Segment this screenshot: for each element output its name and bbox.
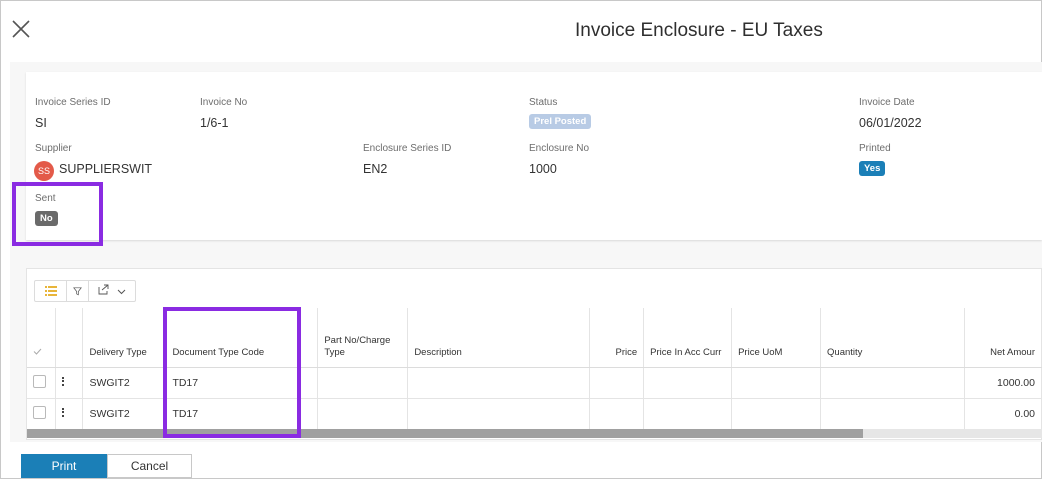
status-badge: Prel Posted: [529, 114, 592, 129]
invoice-no-value: 1/6-1: [200, 116, 229, 130]
document-type-code-highlight-box: [163, 307, 301, 438]
export-icon: [98, 282, 110, 300]
enclosure-series-id-value: EN2: [363, 162, 388, 176]
print-button[interactable]: Print: [21, 454, 107, 478]
invoice-series-id-value: SI: [35, 116, 47, 130]
kebab-menu-icon[interactable]: [62, 406, 65, 418]
enclosure-no-label: Enclosure No: [529, 143, 590, 154]
cancel-button[interactable]: Cancel: [107, 454, 192, 478]
close-icon[interactable]: [10, 18, 32, 40]
supplier-label: Supplier: [35, 143, 72, 154]
grid-toolbar: [34, 280, 136, 302]
filter-icon[interactable]: [67, 281, 89, 301]
price-cell: [589, 398, 645, 430]
price-cell: [589, 367, 645, 399]
price-uom-cell: [731, 367, 822, 399]
part-no-cell: [317, 398, 409, 430]
check-icon: [33, 348, 42, 355]
dialog-title: Invoice Enclosure - EU Taxes: [575, 20, 823, 41]
printed-badge: Yes: [859, 161, 886, 176]
invoice-date-value: 06/01/2022: [859, 116, 922, 130]
description-cell: [407, 398, 591, 430]
row-select-cell[interactable]: [27, 367, 57, 399]
quantity-cell: [820, 398, 965, 430]
row-select-cell[interactable]: [27, 398, 57, 430]
column-header-quantity[interactable]: Quantity: [820, 308, 965, 368]
printed-label: Printed: [859, 143, 891, 154]
delivery-type-cell: SWGIT2: [82, 398, 167, 430]
row-checkbox[interactable]: [33, 405, 46, 419]
column-header-description[interactable]: Description: [407, 308, 591, 368]
price-acc-cell: [643, 367, 733, 399]
column-header-price-in-acc-curr[interactable]: Price In Acc Curr: [643, 308, 733, 368]
net-amount-cell: 1000.00: [964, 367, 1042, 399]
price-uom-cell: [731, 398, 822, 430]
scrollbar-thumb[interactable]: [27, 429, 863, 438]
invoice-no-label: Invoice No: [200, 97, 248, 108]
part-no-cell: [317, 367, 409, 399]
chevron-down-icon: [117, 282, 126, 300]
supplier-value[interactable]: SUPPLIERSWIT: [59, 162, 152, 176]
row-actions-cell[interactable]: [55, 398, 84, 430]
enclosure-series-id-label: Enclosure Series ID: [363, 143, 452, 154]
row-checkbox[interactable]: [33, 374, 46, 388]
column-header-price-uom[interactable]: Price UoM: [731, 308, 822, 368]
column-header-part-no[interactable]: Part No/Charge Type: [317, 308, 409, 368]
invoice-series-id-label: Invoice Series ID: [35, 97, 111, 108]
enclosure-no-value: 1000: [529, 162, 557, 176]
price-acc-cell: [643, 398, 733, 430]
quantity-cell: [820, 367, 965, 399]
status-label: Status: [529, 97, 558, 108]
select-all-column-header[interactable]: [27, 308, 57, 368]
export-menu-button[interactable]: [89, 281, 135, 301]
kebab-menu-icon[interactable]: [62, 375, 65, 387]
sent-highlight-box: [12, 182, 103, 246]
list-icon[interactable]: [35, 281, 67, 301]
column-header-delivery-type[interactable]: Delivery Type: [82, 308, 167, 368]
column-header-net-amount[interactable]: Net Amour: [964, 308, 1042, 368]
supplier-avatar: SS: [34, 161, 54, 181]
actions-column-header: [55, 308, 84, 368]
description-cell: [407, 367, 591, 399]
delivery-type-cell: SWGIT2: [82, 367, 167, 399]
row-actions-cell[interactable]: [55, 367, 84, 399]
net-amount-cell: 0.00: [964, 398, 1042, 430]
invoice-date-label: Invoice Date: [859, 97, 915, 108]
column-header-price[interactable]: Price: [589, 308, 645, 368]
